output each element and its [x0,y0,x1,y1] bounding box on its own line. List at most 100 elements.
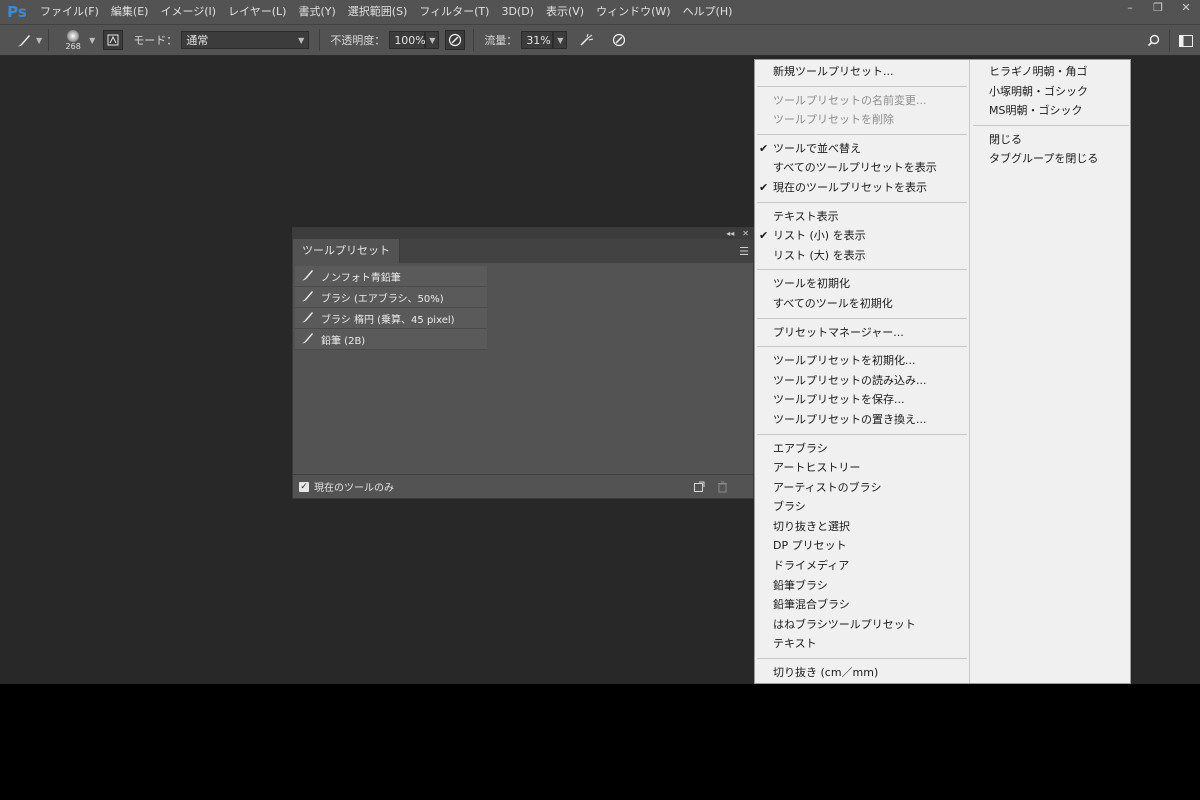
menu-option-label: リスト (小) を表示 [773,229,866,243]
menu-item[interactable]: イメージ(I) [154,0,222,24]
menu-option[interactable]: 切り抜きと選択 [755,517,969,537]
menu-option: ツールプリセットを削除 [755,110,969,130]
menu-option[interactable]: ツールプリセットを保存... [755,390,969,410]
workspace-icon[interactable] [1176,31,1196,51]
restore-icon[interactable]: ❐ [1144,0,1172,18]
mode-select[interactable]: 通常 ▼ [181,31,310,49]
flow-dropdown[interactable]: ▼ [553,31,568,49]
menu-option-label: プリセットマネージャー... [773,325,904,339]
brush-panel-toggle-icon[interactable] [103,30,124,50]
opacity-value: 100% [394,33,426,47]
menu-option[interactable]: 小塚明朝・ゴシック [971,82,1130,102]
menu-separator [757,317,967,319]
menu-item[interactable]: 表示(V) [540,0,590,24]
divider [319,29,321,51]
brush-tool-icon[interactable] [14,30,34,50]
menu-option[interactable]: テキスト [755,634,969,654]
flow-input[interactable]: 31% [521,31,554,49]
menu-option[interactable]: ブラシ [755,497,969,517]
panel-menu-icon[interactable]: ☰ [739,245,749,258]
menu-item[interactable]: フィルター(T) [413,0,495,24]
menu-option[interactable]: はねブラシツールプリセット [755,615,969,635]
menu-option[interactable]: アートヒストリー [755,458,969,478]
menu-option[interactable]: リスト (大) を表示 [755,246,969,266]
menu-option[interactable]: 鉛筆ブラシ [755,576,969,596]
new-preset-icon[interactable] [693,481,705,496]
preset-row[interactable]: ブラシ 楕円 (乗算、45 pixel) [295,308,487,329]
menu-option[interactable]: すべてのツールを初期化 [755,294,969,314]
menu-option-label: ツールプリセットを保存... [773,393,905,407]
menu-option-label: テキスト [773,637,817,651]
menu-option[interactable]: ツールを初期化 [755,274,969,294]
mode-value: 通常 [186,34,209,47]
flow-label: 流量： [484,34,518,47]
brush-icon [301,268,315,284]
menu-option[interactable]: 鉛筆混合ブラシ [755,595,969,615]
current-tool-only-checkbox[interactable]: ✓ [299,481,309,492]
menu-option[interactable]: ヒラギノ明朝・角ゴ [971,62,1130,82]
current-tool-only-label: 現在のツールのみ [314,483,394,494]
panel-footer: ✓ 現在のツールのみ [293,474,753,498]
collapse-icon[interactable]: ◂◂ [726,229,734,238]
menu-option[interactable]: 新規ツールプリセット... [755,62,969,82]
menu-option[interactable]: ✔ リスト (小) を表示 [755,226,969,246]
brush-size-picker[interactable]: 268 [59,29,87,51]
menu-option-label: ツールで並べ替え [773,141,861,155]
menu-item[interactable]: 3D(D) [495,0,540,24]
trash-icon[interactable] [717,481,728,496]
menu-option[interactable]: エアブラシ [755,439,969,459]
menu-option[interactable]: ✔ ツールで並べ替え [755,139,969,159]
menu-item[interactable]: 編集(E) [105,0,155,24]
panel-options-menu: 新規ツールプリセット... ツールプリセットの名前変更... ツールプリセットを削除… [754,59,1131,684]
menu-option[interactable]: 閉じる [971,130,1130,150]
menu-item[interactable]: 選択範囲(S) [342,0,414,24]
opacity-input[interactable]: 100% [389,31,426,49]
airbrush-icon[interactable] [577,30,597,50]
menu-item[interactable]: 書式(Y) [292,0,341,24]
menu-item[interactable]: ファイル(F) [34,0,105,24]
minimize-icon[interactable]: – [1116,0,1144,18]
menu-option-label: ツールプリセットの名前変更... [773,93,927,107]
search-icon[interactable] [1143,31,1163,51]
menu-option[interactable]: DP プリセット [755,536,969,556]
menu-option-label: ドライメディア [773,559,850,573]
menu-option[interactable]: プリセットマネージャー... [755,323,969,343]
chevron-down-icon[interactable]: ▼ [36,36,42,45]
pressure-opacity-icon[interactable] [445,30,466,50]
menu-option-label: ブラシ [773,500,806,514]
menu-option-label: ツールプリセットを初期化... [773,354,916,368]
menu-option[interactable]: MS明朝・ゴシック [971,101,1130,121]
menu-option-label: ツールプリセットの読み込み... [773,373,927,387]
menu-separator [757,201,967,203]
brush-icon [301,289,315,305]
close-icon[interactable]: ✕ [1172,0,1200,18]
menu-option-label: ツールプリセットを削除 [773,113,894,127]
preset-row[interactable]: ブラシ (エアブラシ、50%) [295,287,487,308]
menu-option[interactable]: テキスト表示 [755,207,969,227]
preset-label: ノンフォト青鉛筆 [321,272,401,284]
menu-option[interactable]: アーティストのブラシ [755,478,969,498]
menu-item[interactable]: レイヤー(L) [222,0,292,24]
chevron-down-icon[interactable]: ▼ [89,36,95,45]
close-icon[interactable]: ✕ [742,229,749,238]
menu-item[interactable]: ヘルプ(H) [677,0,739,24]
menu-option[interactable]: ツールプリセットの置き換え... [755,410,969,430]
menu-option[interactable]: ツールプリセットの読み込み... [755,371,969,391]
chevron-down-icon: ▼ [557,35,564,45]
pressure-size-icon[interactable] [609,30,629,50]
menu-option-label: 現在のツールプリセットを表示 [773,180,927,194]
menu-option[interactable]: ドライメディア [755,556,969,576]
tab-tool-presets[interactable]: ツールプリセット [293,239,400,263]
preset-row[interactable]: ノンフォト青鉛筆 [295,266,487,287]
menu-option[interactable]: ツールプリセットを初期化... [755,351,969,371]
preset-label: 鉛筆 (2B) [321,335,366,347]
menu-option[interactable]: タブグループを閉じる [971,149,1130,169]
opacity-dropdown[interactable]: ▼ [425,31,440,49]
menu-option[interactable]: すべてのツールプリセットを表示 [755,158,969,178]
preset-row[interactable]: 鉛筆 (2B) [295,329,487,350]
menu-item[interactable]: ウィンドウ(W) [590,0,676,24]
menu-option[interactable]: 切り抜き (cm／mm) [755,663,969,683]
chevron-down-icon: ▼ [429,35,436,45]
bottom-black-area [0,684,1200,800]
menu-option[interactable]: ✔ 現在のツールプリセットを表示 [755,178,969,198]
